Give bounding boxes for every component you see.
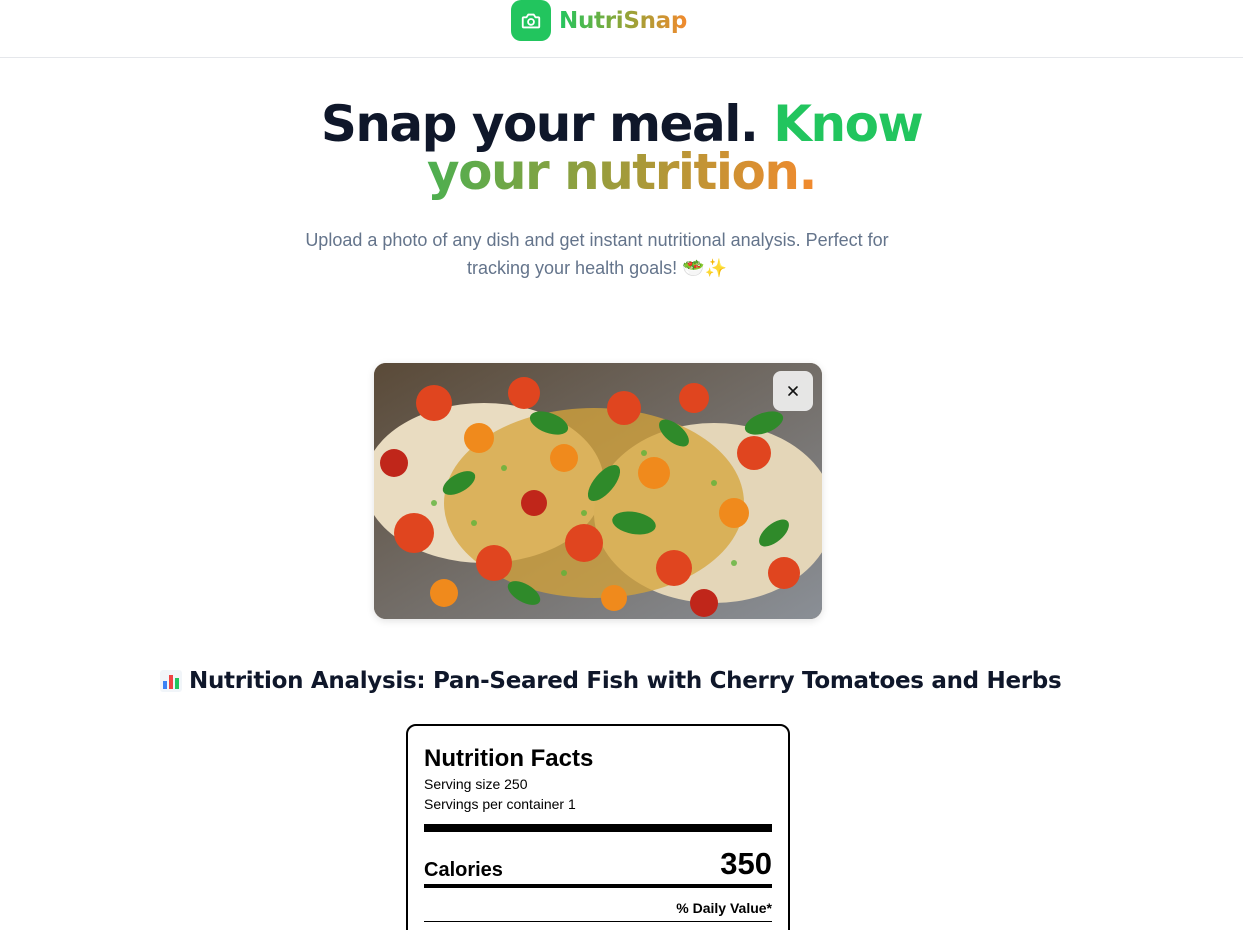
analysis-title: Nutrition Analysis: Pan-Seared Fish with…	[189, 668, 1062, 694]
brand-name: NutriSnap	[559, 7, 688, 34]
top-navbar: NutriSnap	[0, 0, 1243, 58]
daily-value-header: % Daily Value*	[676, 900, 772, 916]
calories-value: 350	[720, 846, 772, 881]
brand-logo[interactable]: NutriSnap	[511, 0, 687, 41]
camera-icon	[511, 0, 551, 41]
close-icon	[788, 386, 798, 396]
hero-heading: Snap your meal. Know your nutrition.	[0, 99, 1243, 197]
analysis-heading: Nutrition Analysis: Pan-Seared Fish with…	[160, 668, 1062, 694]
hero-line-2: your nutrition.	[0, 147, 1243, 197]
hero-text-gradient: your nutrition.	[427, 143, 817, 201]
hero-line-1: Snap your meal. Know	[0, 99, 1243, 149]
bar-chart-icon	[160, 670, 182, 692]
hero-subtitle: Upload a photo of any dish and get insta…	[305, 230, 889, 278]
meal-photo-image	[374, 363, 822, 619]
uploaded-meal-photo	[374, 363, 822, 619]
remove-photo-button[interactable]	[773, 371, 813, 411]
nutrition-facts-title: Nutrition Facts	[424, 745, 594, 772]
serving-size: Serving size 250	[424, 776, 528, 792]
nutrition-facts-label: Nutrition Facts Serving size 250 Serving…	[406, 724, 790, 930]
divider-thick	[424, 824, 772, 832]
calories-row: Calories 350	[424, 844, 772, 882]
servings-per-container: Servings per container 1	[424, 796, 576, 812]
divider-thin	[424, 921, 772, 922]
divider-medium	[424, 884, 772, 888]
calories-label: Calories	[424, 859, 503, 881]
